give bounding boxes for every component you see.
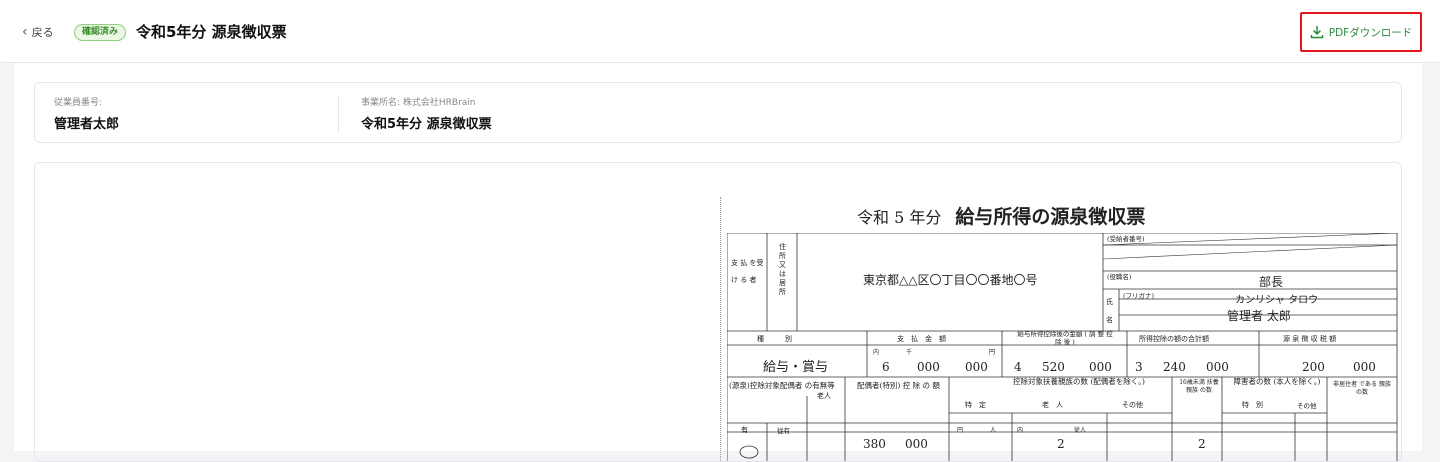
col-income-header: 給与所得控除後の金額 ( 調 整 控 除 後 ) bbox=[1017, 330, 1113, 346]
under16-count: 2 bbox=[1198, 437, 1206, 451]
withholding-thousands: 200 bbox=[1302, 360, 1325, 374]
pdf-download-button[interactable]: PDFダウンロード bbox=[1300, 12, 1422, 52]
page-title: 令和5年分 源泉徴収票 bbox=[136, 23, 287, 41]
employee-name: 管理者太郎 bbox=[54, 117, 120, 132]
income-amount-ones: 000 bbox=[1089, 360, 1112, 374]
position-label: (役職名) bbox=[1107, 273, 1132, 281]
unit-inner-label: 内 bbox=[873, 349, 880, 356]
page-divider bbox=[720, 197, 721, 461]
office-info: 事業所名: 株式会社HRBrain 令和5年分 源泉徴収票 bbox=[361, 95, 492, 132]
deduction-total-ones: 000 bbox=[1206, 360, 1229, 374]
slip-title: 令和 5 年分 給与所得の源泉徴収票 bbox=[857, 202, 1145, 229]
specific-label: 特 定 bbox=[965, 401, 986, 409]
col-type-header: 種 別 bbox=[757, 335, 792, 343]
info-divider bbox=[338, 95, 339, 133]
other-disabled-label: その他 bbox=[1297, 402, 1317, 410]
withholding-slip: 令和 5 年分 給与所得の源泉徴収票 支 払 を受け る 者 住所又は居所 東京… bbox=[727, 199, 1401, 461]
elderly-unit-inner-label: 内 bbox=[1017, 427, 1024, 434]
back-label: 戻る bbox=[31, 26, 54, 39]
recipient-number-label: (受給者番号) bbox=[1107, 235, 1145, 243]
spouse-label: (源泉)控除対象配偶者 の有無等 bbox=[729, 381, 835, 390]
back-link[interactable]: ‹ 戻る bbox=[22, 24, 54, 40]
unit-thousand-label: 千 bbox=[906, 349, 913, 356]
slip-title-main: 給与所得の源泉徴収票 bbox=[955, 206, 1146, 228]
special-disabled-label: 特 別 bbox=[1242, 401, 1263, 409]
payee-label: 支 払 を受け る 者 bbox=[731, 259, 764, 284]
name-value: 管理者 太郎 bbox=[1227, 309, 1291, 323]
download-icon bbox=[1310, 26, 1324, 39]
slip-grid bbox=[727, 233, 1398, 461]
income-amount-millions: 4 bbox=[1014, 360, 1022, 374]
disabled-label: 障害者の数 (本人を除く。) bbox=[1233, 377, 1321, 386]
page-header: ‹ 戻る 確認済み 令和5年分 源泉徴収票 PDFダウンロード bbox=[0, 0, 1440, 63]
spouse-amount-ones: 000 bbox=[905, 437, 928, 451]
deduction-total-millions: 3 bbox=[1135, 360, 1143, 374]
payment-amount-millions: 6 bbox=[882, 360, 890, 374]
col-withholding-header: 源 泉 徴 収 税 額 bbox=[1283, 335, 1337, 343]
elderly-unit-dependent-label: 従人 bbox=[1074, 427, 1087, 434]
nonresident-label: 非居住者 である 親族の数 bbox=[1333, 381, 1391, 396]
spouse-deduction-label: 配偶者(特別) 控 除 の 額 bbox=[857, 381, 940, 390]
document-name: 令和5年分 源泉徴収票 bbox=[361, 117, 492, 132]
elderly-label: 老人 bbox=[817, 392, 831, 400]
furigana-label: (フリガナ) bbox=[1123, 292, 1155, 300]
spouse-amount-thousands: 380 bbox=[863, 437, 886, 451]
pdf-download-label: PDFダウンロード bbox=[1328, 26, 1413, 39]
address-label: 住所又は居所 bbox=[779, 243, 786, 296]
spouse-unit-yen-label: 円 bbox=[957, 427, 964, 434]
status-badge: 確認済み bbox=[74, 24, 127, 41]
elderly-dependents-count: 2 bbox=[1057, 437, 1065, 451]
office-name-label: 事業所名: 株式会社HRBrain bbox=[361, 98, 476, 108]
unit-yen-label: 円 bbox=[989, 349, 996, 356]
position-value: 部長 bbox=[1259, 275, 1284, 289]
spouse-no-label: 従有 bbox=[777, 427, 790, 435]
furigana-value: カンリシャ タロウ bbox=[1235, 295, 1319, 306]
income-amount-thousands: 520 bbox=[1042, 360, 1065, 374]
specific-unit-person-label: 人 bbox=[990, 427, 997, 434]
under16-label: 16歳未満 扶養親族 の数 bbox=[1179, 379, 1219, 394]
document-preview[interactable]: 令和 5 年分 給与所得の源泉徴収票 支 払 を受け る 者 住所又は居所 東京… bbox=[34, 162, 1402, 462]
elderly-dependents-label: 老 人 bbox=[1042, 401, 1063, 409]
payment-amount-thousands: 000 bbox=[917, 360, 940, 374]
withholding-ones: 000 bbox=[1353, 360, 1376, 374]
content-panel: 従業員番号: 管理者太郎 事業所名: 株式会社HRBrain 令和5年分 源泉徴… bbox=[14, 63, 1422, 462]
slip-title-year: 令和 5 年分 bbox=[857, 208, 942, 227]
payment-type: 給与・賞与 bbox=[763, 360, 829, 375]
other-dependents-label: その他 bbox=[1122, 401, 1143, 409]
chevron-left-icon: ‹ bbox=[22, 24, 28, 40]
info-card: 従業員番号: 管理者太郎 事業所名: 株式会社HRBrain 令和5年分 源泉徴… bbox=[34, 82, 1402, 143]
address-value: 東京都△△区〇丁目〇〇番地〇号 bbox=[863, 273, 1038, 287]
name-label: 氏 名 bbox=[1106, 298, 1113, 324]
deduction-total-thousands: 240 bbox=[1163, 360, 1186, 374]
dependents-label: 控除対象扶養親族の数 (配偶者を除く。) bbox=[1013, 377, 1145, 386]
payment-amount-ones: 000 bbox=[965, 360, 988, 374]
employee-number-label: 従業員番号: bbox=[54, 98, 103, 108]
col-payment-header: 支 払 金 額 bbox=[897, 335, 946, 343]
col-deduction-header: 所得控除の額の合計額 bbox=[1139, 335, 1209, 343]
spouse-yes-label: 有 bbox=[741, 426, 748, 434]
employee-info: 従業員番号: 管理者太郎 bbox=[54, 95, 119, 132]
